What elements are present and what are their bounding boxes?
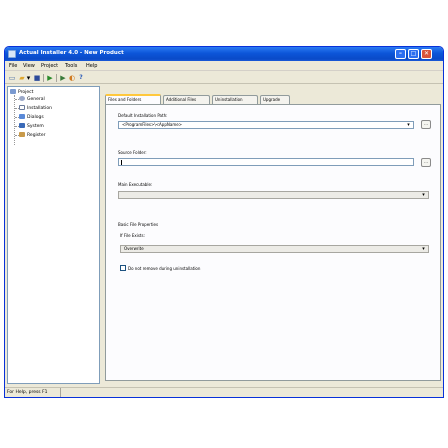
tree-item-system[interactable]: System	[19, 123, 44, 129]
settings-pane: Files and Folders Additional Files Unins…	[102, 86, 443, 384]
toolbar-separator	[56, 74, 57, 82]
if-file-exists-value: Overwrite	[124, 246, 144, 251]
basic-file-properties-heading: Basic File Properties	[118, 222, 159, 227]
dialogs-icon	[19, 114, 25, 119]
save-icon[interactable]: ■	[33, 74, 41, 82]
new-document-icon[interactable]: ▭	[8, 74, 16, 82]
tab-uninstallation[interactable]: Uninstallation	[212, 95, 258, 104]
tree-label: Project	[18, 90, 34, 95]
installation-icon	[19, 105, 25, 110]
register-icon	[19, 132, 25, 137]
if-file-exists-label: If File Exists:	[120, 233, 145, 238]
if-file-exists-combo[interactable]: Overwrite ▾	[120, 245, 429, 253]
window-title: Actual Installer 4.0 - New Product	[19, 50, 124, 56]
general-icon	[19, 96, 25, 101]
status-text: For Help, press F1	[7, 390, 48, 395]
app-window: Actual Installer 4.0 - New Product – □ ✕…	[4, 46, 444, 398]
build-icon[interactable]: ▶	[46, 74, 54, 82]
default-path-label: Default Installation Path:	[118, 113, 168, 118]
chevron-down-icon: ▾	[422, 192, 425, 198]
tree-label: System	[27, 124, 44, 129]
status-bar: For Help, press F1	[5, 387, 443, 397]
tree-item-register[interactable]: Register	[19, 132, 46, 138]
toolbar: ▭ ▰ ▾ ■ ▶ ▶ ◐ ?	[5, 72, 443, 84]
toolbar-separator	[43, 74, 44, 82]
files-and-folders-panel: Default Installation Path: <ProgramFiles…	[105, 104, 441, 381]
main-executable-label: Main Executable:	[118, 182, 153, 187]
help-icon[interactable]: ?	[77, 74, 85, 82]
tab-files-and-folders[interactable]: Files and Folders	[105, 94, 161, 104]
run-icon[interactable]: ▶	[59, 74, 67, 82]
source-folder-label: Source Folder:	[118, 150, 147, 155]
default-path-combo[interactable]: <ProgramFiles>\<AppName> ▾	[118, 121, 414, 129]
tree-label: Register	[27, 133, 46, 138]
system-icon	[19, 123, 25, 128]
tree-item-project[interactable]: Project	[10, 89, 33, 95]
chevron-down-icon: ▾	[407, 122, 410, 128]
tree-connector	[14, 95, 15, 145]
menu-bar: File View Project Tools Help	[5, 61, 443, 71]
dropdown-arrow-icon[interactable]: ▾	[26, 74, 31, 82]
text-cursor	[121, 160, 122, 165]
menu-help[interactable]: Help	[86, 63, 97, 69]
menu-tools[interactable]: Tools	[65, 63, 77, 69]
project-icon	[10, 89, 16, 94]
tree-label: Dialogs	[27, 115, 44, 120]
tab-additional-files[interactable]: Additional Files	[163, 95, 210, 104]
menu-project[interactable]: Project	[41, 63, 58, 69]
maximize-button[interactable]: □	[408, 49, 419, 59]
tree-item-general[interactable]: General	[19, 96, 45, 102]
close-button[interactable]: ✕	[421, 49, 432, 59]
tree-item-dialogs[interactable]: Dialogs	[19, 114, 44, 120]
source-folder-input[interactable]	[118, 158, 414, 166]
open-folder-icon[interactable]: ▰	[18, 74, 26, 82]
app-icon	[8, 50, 16, 58]
tree-label: General	[27, 97, 45, 102]
default-path-value: <ProgramFiles>\<AppName>	[122, 122, 183, 127]
tree-label: Installation	[27, 106, 52, 111]
project-tree: Project General Installation Dialogs Sys…	[7, 86, 100, 384]
browse-default-path-button[interactable]: ...	[421, 120, 431, 129]
title-bar[interactable]: Actual Installer 4.0 - New Product – □ ✕	[5, 47, 443, 61]
menu-file[interactable]: File	[9, 63, 17, 69]
do-not-remove-label: Do not remove during uninstallation	[128, 266, 201, 271]
browse-source-folder-button[interactable]: ...	[421, 158, 431, 167]
minimize-button[interactable]: –	[395, 49, 406, 59]
main-executable-combo[interactable]: ▾	[118, 191, 429, 199]
do-not-remove-checkbox[interactable]	[120, 265, 126, 271]
menu-view[interactable]: View	[23, 63, 35, 69]
test-icon[interactable]: ◐	[68, 74, 76, 82]
chevron-down-icon: ▾	[422, 246, 425, 252]
tree-item-installation[interactable]: Installation	[19, 105, 52, 111]
tab-upgrade[interactable]: Upgrade	[260, 95, 290, 104]
